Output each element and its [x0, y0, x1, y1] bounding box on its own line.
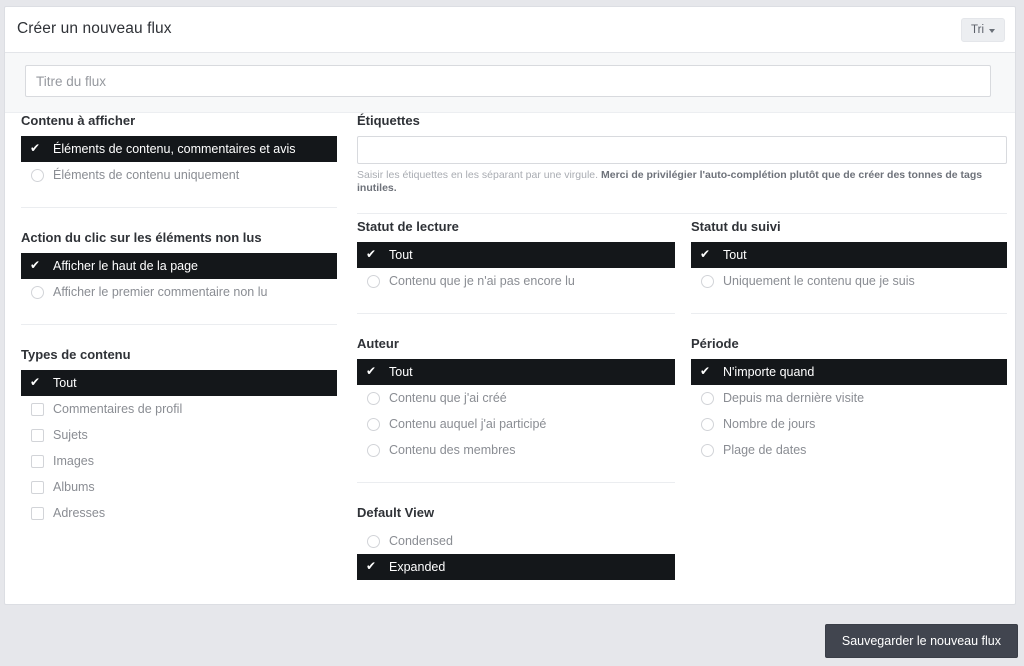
- check-icon: [366, 364, 380, 379]
- radio-icon: [367, 417, 380, 431]
- option-content-type-topics[interactable]: Sujets: [21, 422, 337, 448]
- divider: [357, 313, 675, 314]
- radio-icon: [701, 391, 714, 405]
- section-title-period: Période: [691, 336, 739, 351]
- divider: [357, 482, 675, 483]
- option-content-items-comments-reviews[interactable]: Éléments de contenu, commentaires et avi…: [21, 136, 337, 162]
- option-read-status-unread[interactable]: Contenu que je n'ai pas encore lu: [357, 268, 675, 294]
- divider: [691, 313, 1007, 314]
- chevron-down-icon: [989, 28, 995, 33]
- panel-body: Contenu à afficher Éléments de contenu, …: [5, 113, 1015, 580]
- section-read-status: Statut de lecture Tout Contenu que je n'…: [357, 219, 675, 294]
- option-content-type-images[interactable]: Images: [21, 448, 337, 474]
- save-stream-button[interactable]: Sauvegarder le nouveau flux: [824, 624, 1018, 658]
- option-period-since-last-visit[interactable]: Depuis ma dernière visite: [691, 385, 1007, 411]
- panel-header: Créer un nouveau flux Tri: [5, 7, 1015, 53]
- check-icon: [366, 247, 380, 262]
- tags-help-text: Saisir les étiquettes en les séparant pa…: [357, 169, 1007, 195]
- stream-title-input[interactable]: [25, 65, 991, 97]
- option-author-members-content[interactable]: Contenu des membres: [357, 437, 675, 463]
- section-title-default-view: Default View: [357, 505, 435, 520]
- section-content-to-display: Contenu à afficher Éléments de contenu, …: [21, 113, 337, 188]
- option-content-type-all[interactable]: Tout: [21, 370, 337, 396]
- check-icon: [366, 559, 380, 574]
- divider: [21, 324, 337, 325]
- divider: [357, 213, 1007, 214]
- section-title-content-types: Types de contenu: [21, 347, 131, 362]
- section-default-view: Default View Condensed Expanded: [357, 505, 675, 580]
- section-title-follow-status: Statut du suivi: [691, 219, 781, 234]
- check-icon: [700, 247, 714, 262]
- option-author-participated-in[interactable]: Contenu auquel j'ai participé: [357, 411, 675, 437]
- option-content-type-addresses[interactable]: Adresses: [21, 500, 337, 526]
- sort-button[interactable]: Tri: [961, 18, 1005, 42]
- option-follow-status-all[interactable]: Tout: [691, 242, 1007, 268]
- radio-icon: [367, 391, 380, 405]
- radio-icon: [31, 168, 44, 182]
- section-click-action: Action du clic sur les éléments non lus …: [21, 230, 337, 305]
- left-column: Contenu à afficher Éléments de contenu, …: [21, 113, 337, 526]
- section-period: Période N'importe quand Depuis ma derniè…: [691, 336, 1007, 463]
- radio-icon: [367, 443, 380, 457]
- section-title-tags: Étiquettes: [357, 113, 420, 128]
- option-content-items-only[interactable]: Éléments de contenu uniquement: [21, 162, 337, 188]
- middle-column: Statut de lecture Tout Contenu que je n'…: [357, 219, 675, 580]
- option-author-created-by-me[interactable]: Contenu que j'ai créé: [357, 385, 675, 411]
- option-follow-status-following-only[interactable]: Uniquement le contenu que je suis: [691, 268, 1007, 294]
- divider: [21, 207, 337, 208]
- page-title: Créer un nouveau flux: [17, 20, 172, 37]
- stream-title-row: [5, 53, 1015, 113]
- checkbox-icon: [31, 506, 44, 520]
- tags-input[interactable]: [357, 136, 1007, 164]
- option-period-anytime[interactable]: N'importe quand: [691, 359, 1007, 385]
- option-content-type-albums[interactable]: Albums: [21, 474, 337, 500]
- right-column: Statut du suivi Tout Uniquement le conte…: [691, 219, 1007, 463]
- section-title-read-status: Statut de lecture: [357, 219, 459, 234]
- radio-icon: [701, 443, 714, 457]
- section-title-content-to-display: Contenu à afficher: [21, 113, 136, 128]
- check-icon: [30, 258, 44, 273]
- radio-icon: [367, 534, 380, 548]
- option-author-all[interactable]: Tout: [357, 359, 675, 385]
- page-root: Créer un nouveau flux Tri Contenu à affi…: [0, 0, 1024, 666]
- radio-icon: [31, 285, 44, 299]
- check-icon: [30, 141, 44, 156]
- option-period-date-range[interactable]: Plage de dates: [691, 437, 1007, 463]
- check-icon: [30, 375, 44, 390]
- checkbox-icon: [31, 480, 44, 494]
- option-read-status-all[interactable]: Tout: [357, 242, 675, 268]
- section-follow-status: Statut du suivi Tout Uniquement le conte…: [691, 219, 1007, 294]
- checkbox-icon: [31, 454, 44, 468]
- option-default-view-expanded[interactable]: Expanded: [357, 554, 675, 580]
- section-author: Auteur Tout Contenu que j'ai créé Conten…: [357, 336, 675, 463]
- radio-icon: [701, 417, 714, 431]
- check-icon: [700, 364, 714, 379]
- checkbox-icon: [31, 402, 44, 416]
- create-stream-panel: Créer un nouveau flux Tri Contenu à affi…: [4, 6, 1016, 605]
- sort-button-label: Tri: [971, 24, 984, 36]
- tags-help-plain: Saisir les étiquettes en les séparant pa…: [357, 169, 601, 181]
- option-content-type-profile-comments[interactable]: Commentaires de profil: [21, 396, 337, 422]
- radio-icon: [701, 274, 714, 288]
- option-period-number-of-days[interactable]: Nombre de jours: [691, 411, 1007, 437]
- tags-section: Étiquettes Saisir les étiquettes en les …: [357, 113, 1007, 234]
- section-title-author: Auteur: [357, 336, 399, 351]
- option-show-top-of-page[interactable]: Afficher le haut de la page: [21, 253, 337, 279]
- section-content-types: Types de contenu Tout Commentaires de pr…: [21, 347, 337, 526]
- radio-icon: [367, 274, 380, 288]
- section-title-click-action: Action du clic sur les éléments non lus: [21, 230, 262, 245]
- checkbox-icon: [31, 428, 44, 442]
- option-default-view-condensed[interactable]: Condensed: [357, 528, 675, 554]
- option-show-first-unread-comment[interactable]: Afficher le premier commentaire non lu: [21, 279, 337, 305]
